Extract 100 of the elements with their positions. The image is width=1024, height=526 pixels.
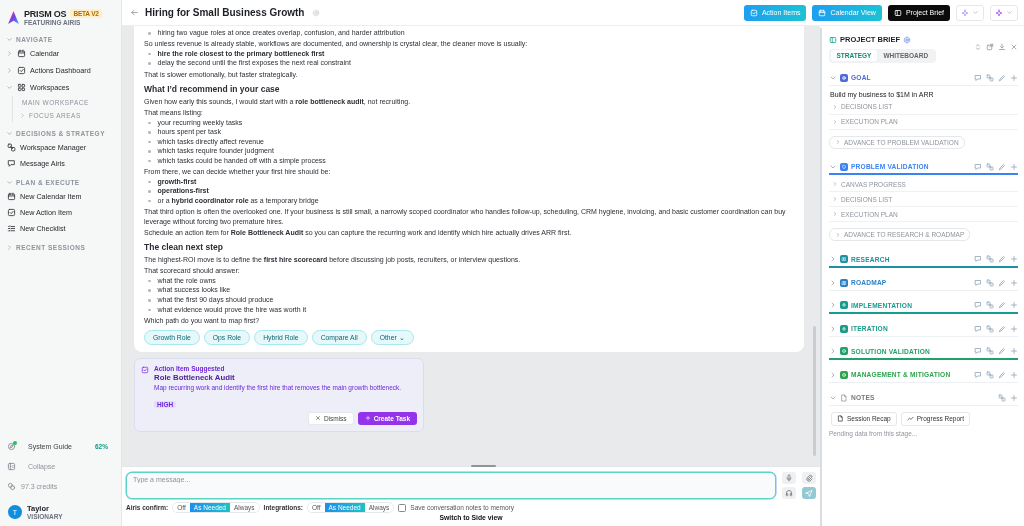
section-heading: What I’d recommend in your case xyxy=(144,84,281,96)
caret-icon xyxy=(832,196,838,202)
plus-button[interactable] xyxy=(1010,347,1018,355)
link-icon xyxy=(986,370,994,379)
comment-button[interactable] xyxy=(974,73,982,82)
plus-button[interactable] xyxy=(1010,73,1018,82)
close-icon xyxy=(314,415,321,422)
pencil-button[interactable] xyxy=(998,255,1006,263)
download-icon xyxy=(998,43,1006,51)
checkbox-icon xyxy=(141,366,149,375)
microphone-icon xyxy=(785,474,793,482)
chat-icon xyxy=(7,158,16,168)
comment-button[interactable] xyxy=(974,162,982,171)
pencil-icon xyxy=(998,73,1006,82)
send-icon xyxy=(805,489,813,497)
calendar-icon xyxy=(17,49,26,58)
plus-button[interactable] xyxy=(1010,255,1018,263)
pencil-icon xyxy=(998,324,1006,333)
comment-button[interactable] xyxy=(974,347,982,355)
close-icon xyxy=(1010,43,1018,51)
logo-icon xyxy=(8,10,19,24)
link-button[interactable] xyxy=(986,73,994,82)
microphone-button[interactable] xyxy=(782,472,796,484)
panel-icon xyxy=(893,8,902,17)
plus-button[interactable] xyxy=(1010,324,1018,333)
comment-button[interactable] xyxy=(974,324,982,333)
model-dropdown[interactable] xyxy=(990,4,1018,21)
expand-toggle[interactable] xyxy=(829,301,837,309)
link-icon xyxy=(986,255,994,263)
plus-icon xyxy=(1010,301,1018,309)
comment-button[interactable] xyxy=(974,278,982,287)
expand-toggle[interactable] xyxy=(829,370,837,379)
link-icon xyxy=(986,324,994,333)
comment-button[interactable] xyxy=(974,255,982,263)
plus-icon xyxy=(1010,278,1018,287)
plus-button[interactable] xyxy=(1010,278,1018,287)
plus-icon xyxy=(1010,73,1018,82)
caret-icon xyxy=(829,255,837,263)
link-button[interactable] xyxy=(986,255,994,263)
plus-icon xyxy=(1010,347,1018,355)
comment-icon xyxy=(974,301,982,309)
collapse-icon xyxy=(7,461,16,471)
pencil-button[interactable] xyxy=(998,278,1006,287)
plus-button[interactable] xyxy=(1010,301,1018,309)
caret-icon xyxy=(829,324,837,333)
link-button[interactable] xyxy=(986,347,994,355)
caret-icon xyxy=(829,278,837,287)
plus-button[interactable] xyxy=(1010,393,1018,402)
pencil-icon xyxy=(998,301,1006,309)
link-button[interactable] xyxy=(986,278,994,287)
pencil-icon xyxy=(998,370,1006,379)
sparkle-icon xyxy=(995,8,1003,17)
pencil-button[interactable] xyxy=(998,301,1006,309)
brand-name: PRISM OS xyxy=(24,8,67,19)
page-title: Hiring for Small Business Growth xyxy=(145,7,305,18)
compass-icon xyxy=(7,441,16,451)
comment-button[interactable] xyxy=(974,370,982,379)
expand-toggle[interactable] xyxy=(829,347,837,355)
scrollbar[interactable] xyxy=(813,326,816,456)
link-button[interactable] xyxy=(986,324,994,333)
attach-button[interactable] xyxy=(802,472,816,484)
sparkle-icon xyxy=(961,8,969,17)
caret-icon xyxy=(832,118,838,125)
document-icon xyxy=(837,415,844,422)
pencil-button[interactable] xyxy=(998,370,1006,379)
headphones-icon xyxy=(785,489,793,497)
pencil-icon xyxy=(998,255,1006,263)
link-icon xyxy=(986,301,994,309)
memory-checkbox[interactable] xyxy=(398,503,407,512)
expand-toggle[interactable] xyxy=(829,324,837,333)
link-button[interactable] xyxy=(986,301,994,309)
status-dot xyxy=(13,440,17,445)
link-button[interactable] xyxy=(986,162,994,171)
settings-icon xyxy=(903,35,911,44)
plus-icon xyxy=(1010,162,1018,171)
plus-icon xyxy=(1010,393,1018,402)
trend-icon xyxy=(906,415,914,422)
expand-toggle[interactable] xyxy=(829,278,837,287)
pencil-button[interactable] xyxy=(998,347,1006,355)
coins-icon xyxy=(7,481,16,491)
caret-icon xyxy=(832,181,838,187)
plus-icon xyxy=(1010,324,1018,333)
plus-button[interactable] xyxy=(1010,370,1018,379)
caret-icon xyxy=(835,139,841,145)
comment-icon xyxy=(974,162,982,171)
theme-dropdown[interactable] xyxy=(956,4,984,21)
link-icon xyxy=(998,393,1006,402)
link-button[interactable] xyxy=(986,370,994,379)
pencil-button[interactable] xyxy=(998,73,1006,82)
send-button[interactable] xyxy=(802,487,816,499)
calendar-icon xyxy=(7,191,16,201)
expand-toggle[interactable] xyxy=(829,255,837,263)
expand-icon xyxy=(974,43,982,51)
link-button[interactable] xyxy=(998,393,1006,402)
pencil-button[interactable] xyxy=(998,162,1006,171)
plus-button[interactable] xyxy=(1010,162,1018,171)
pencil-icon xyxy=(998,162,1006,171)
headphones-button[interactable] xyxy=(782,487,796,499)
comment-button[interactable] xyxy=(974,301,982,309)
pencil-button[interactable] xyxy=(998,324,1006,333)
